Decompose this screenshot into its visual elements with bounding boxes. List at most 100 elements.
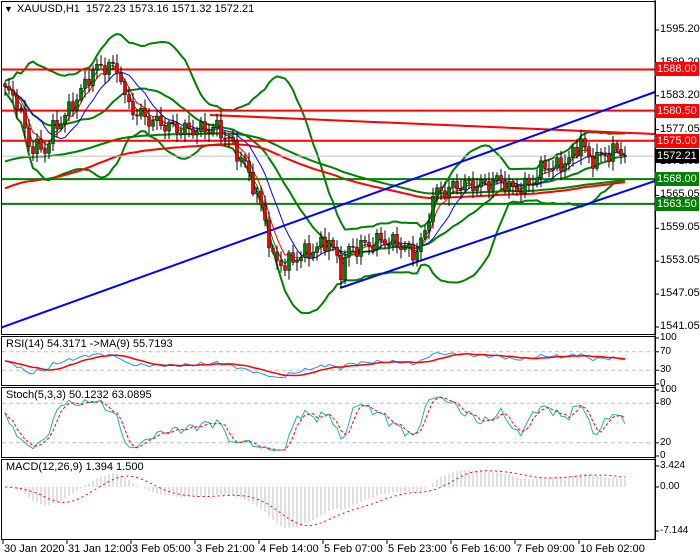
candle-body (119, 73, 123, 82)
candle-body (539, 160, 543, 179)
symbol-label: XAUUSD,H1 (16, 3, 80, 15)
candle-body (211, 126, 215, 134)
candle-body (415, 251, 419, 261)
candle-body (35, 138, 39, 154)
price-tag: 1568.00 (655, 172, 699, 187)
time-tick-label: 3 Feb 05:00 (132, 543, 191, 555)
macd-tick-label: -7.144 (660, 525, 689, 536)
rsi-tick-label: 70 (660, 345, 672, 357)
candle-body (239, 157, 243, 162)
candle-body (83, 78, 87, 89)
candle-body (39, 138, 43, 150)
stoch-tick-label: 80 (660, 397, 672, 409)
ohlc-close: 1572.21 (214, 3, 255, 15)
stoch-signal-line (4, 397, 626, 451)
macd-tick-label: 0.00 (660, 481, 680, 492)
candle-body (363, 240, 367, 243)
candle-body (391, 234, 395, 246)
candle-body (207, 131, 211, 134)
candle-body (223, 137, 227, 140)
price-tick-label: 1595.20 (660, 23, 700, 35)
candle-body (115, 63, 119, 74)
chart-canvas[interactable] (0, 0, 700, 560)
candle-body (107, 61, 111, 75)
candle-body (63, 115, 67, 124)
candle-body (91, 69, 95, 86)
candle-body (371, 245, 375, 250)
candle-body (255, 191, 259, 195)
candle-body (623, 155, 627, 157)
collapse-triangle-icon[interactable]: ▼ (4, 4, 13, 14)
candle-body (55, 120, 59, 129)
candle-body (171, 121, 175, 124)
candle-body (355, 247, 359, 257)
ohlc-low: 1571.32 (171, 3, 212, 15)
candle-body (619, 149, 623, 156)
candle-body (303, 243, 307, 258)
time-tick-label: 4 Feb 14:00 (260, 543, 319, 555)
candle-body (483, 178, 487, 182)
candle-body (15, 94, 19, 110)
candle-body (147, 116, 151, 127)
candle-body (603, 152, 607, 155)
candle-body (427, 221, 431, 231)
candle-body (235, 140, 239, 162)
candle-body (511, 181, 515, 188)
candle-body (59, 123, 63, 129)
candle-body (247, 160, 251, 173)
candle-body (419, 237, 423, 253)
candle-body (227, 136, 231, 139)
candle-body (47, 143, 51, 154)
candle-body (231, 136, 235, 142)
candle-body (503, 180, 507, 191)
candle-body (451, 181, 455, 188)
candle-body (447, 186, 451, 198)
candle-body (319, 236, 323, 247)
candle-body (175, 122, 179, 134)
candle-body (359, 240, 363, 257)
ohlc-high: 1573.16 (128, 3, 169, 15)
candle-body (11, 89, 15, 96)
candle-body (71, 101, 75, 111)
candle-body (159, 115, 163, 126)
candle-body (43, 149, 47, 154)
candle-body (139, 108, 143, 117)
candle-body (267, 219, 271, 249)
candle-body (607, 154, 611, 162)
stoch-tick-label: 100 (660, 384, 677, 395)
candle-body (595, 151, 599, 169)
macd-signal-line (4, 470, 626, 527)
candle-body (103, 65, 107, 75)
candle-body (131, 101, 135, 116)
candle-body (543, 160, 547, 169)
ohlc-open: 1572.23 (86, 3, 126, 15)
candle-body (495, 175, 499, 181)
candle-body (167, 121, 171, 132)
candle-body (263, 204, 267, 221)
time-tick-label: 10 Feb 02:00 (580, 543, 645, 555)
channel-lower-line (339, 180, 655, 289)
candle-body (79, 88, 83, 101)
candle-body (7, 86, 11, 91)
candle-body (271, 247, 275, 253)
candle-body (547, 168, 551, 171)
candle-body (259, 191, 263, 206)
candle-body (523, 177, 527, 194)
candle-body (399, 246, 403, 250)
candle-body (291, 252, 295, 263)
macd-tick-label: 3.424 (660, 459, 686, 471)
bollinger-middle-band (4, 85, 626, 256)
candle-body (471, 179, 475, 191)
candle-body (163, 125, 167, 132)
time-tick-label: 7 Feb 09:00 (516, 543, 575, 555)
price-tick-label: 1559.05 (660, 221, 700, 234)
candle-body (575, 146, 579, 157)
stoch-title: Stoch(5,3,3) 50.1232 63.0895 (6, 389, 152, 401)
candle-body (51, 120, 55, 145)
candle-body (507, 181, 511, 191)
candle-body (31, 146, 35, 154)
candle-body (395, 234, 399, 247)
candle-body (463, 180, 467, 191)
price-tick-label: 1577.05 (660, 122, 700, 135)
candle-body (567, 157, 571, 164)
